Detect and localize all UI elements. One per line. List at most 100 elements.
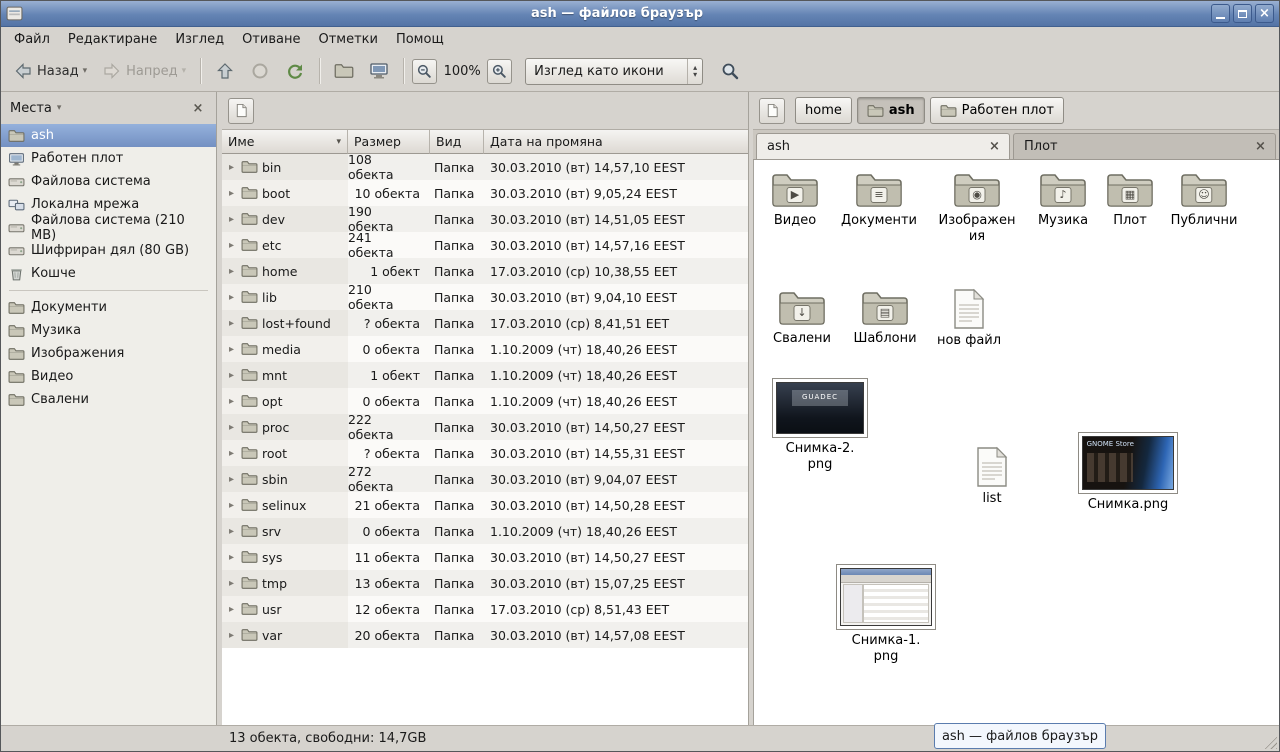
tree-row-proc[interactable]: proc222 обектаПапка30.03.2010 (вт) 14,50… (222, 414, 748, 440)
canvas-item-6[interactable]: ↓Свалени (762, 288, 842, 347)
close-button[interactable] (1255, 4, 1274, 23)
expander-icon[interactable] (226, 396, 237, 407)
tab-1[interactable]: Плот (1013, 133, 1276, 159)
expander-icon[interactable] (226, 344, 237, 355)
tree-row-mnt[interactable]: mnt1 обектПапка1.10.2009 (чт) 18,40,26 E… (222, 362, 748, 388)
sidebar-item-1[interactable]: Работен плот (1, 147, 216, 170)
reload-button[interactable] (279, 55, 311, 87)
expander-icon[interactable] (226, 292, 237, 303)
tree-row-sbin[interactable]: sbin272 обектаПапка30.03.2010 (вт) 9,04,… (222, 466, 748, 492)
menu-file[interactable]: Файл (5, 30, 59, 49)
sidebar-item-12[interactable]: Свалени (1, 388, 216, 411)
tree-row-boot[interactable]: boot10 обектаПапка30.03.2010 (вт) 9,05,2… (222, 180, 748, 206)
sidebar-item-6[interactable]: Кошче (1, 262, 216, 285)
minimize-button[interactable] (1211, 4, 1230, 23)
tree-row-etc[interactable]: etc241 обектаПапка30.03.2010 (вт) 14,57,… (222, 232, 748, 258)
sidebar-item-0[interactable]: ash (1, 124, 216, 147)
tree-row-root[interactable]: root? обектаПапка30.03.2010 (вт) 14,55,3… (222, 440, 748, 466)
canvas-item-1[interactable]: ≡Документи (839, 170, 919, 229)
expander-icon[interactable] (226, 448, 237, 459)
expander-icon[interactable] (226, 162, 237, 173)
search-button[interactable] (714, 56, 746, 86)
menu-help[interactable]: Помощ (387, 30, 453, 49)
tree-row-sys[interactable]: sys11 обектаПапка30.03.2010 (вт) 14,50,2… (222, 544, 748, 570)
expander-icon[interactable] (226, 500, 237, 511)
tab-close-icon[interactable] (1252, 138, 1269, 155)
sidebar-item-4[interactable]: Файлова система (210 MB) (1, 216, 216, 239)
expander-icon[interactable] (226, 266, 237, 277)
column-header-name[interactable]: Име (222, 130, 348, 154)
canvas-item-0[interactable]: ▶Видео (755, 170, 835, 229)
canvas-item-4[interactable]: ▦Плот (1090, 170, 1170, 229)
zoom-in-button[interactable] (487, 59, 512, 84)
zoom-level[interactable]: 100% (440, 64, 484, 79)
resize-grip[interactable] (1263, 735, 1277, 749)
sidebar-item-5[interactable]: Шифриран дял (80 GB) (1, 239, 216, 262)
forward-history-icon[interactable] (182, 66, 187, 76)
column-header-type[interactable]: Вид (430, 130, 484, 154)
expander-icon[interactable] (226, 422, 237, 433)
up-button[interactable] (209, 55, 241, 87)
menu-edit[interactable]: Редактиране (59, 30, 166, 49)
window-list-button[interactable]: ash — файлов браузър (934, 723, 1106, 749)
sidebar-item-8[interactable]: Документи (1, 296, 216, 319)
sidebar-item-9[interactable]: Музика (1, 319, 216, 342)
tree-row-dev[interactable]: dev190 обектаПапка30.03.2010 (вт) 14,51,… (222, 206, 748, 232)
tree-row-home[interactable]: home1 обектПапка17.03.2010 (ср) 10,38,55… (222, 258, 748, 284)
expander-icon[interactable] (226, 214, 237, 225)
stop-button[interactable] (244, 55, 276, 87)
tree-row-lost+found[interactable]: lost+found? обектаПапка17.03.2010 (ср) 8… (222, 310, 748, 336)
location-entry-toggle-button[interactable] (228, 98, 254, 124)
canvas-item-11[interactable]: GNOME StoreСнимка.png (1078, 432, 1178, 513)
expander-icon[interactable] (226, 552, 237, 563)
tree-row-lib[interactable]: lib210 обектаПапка30.03.2010 (вт) 9,04,1… (222, 284, 748, 310)
titlebar[interactable]: ash — файлов браузър (1, 1, 1279, 27)
sidebar-item-10[interactable]: Изображения (1, 342, 216, 365)
menu-view[interactable]: Изглед (166, 30, 233, 49)
sidebar-title[interactable]: Места (10, 101, 52, 116)
expander-icon[interactable] (226, 604, 237, 615)
combo-spinner-icon[interactable]: ▴▾ (687, 59, 702, 84)
sidebar-item-2[interactable]: Файлова система (1, 170, 216, 193)
computer-button[interactable] (363, 55, 395, 87)
sidebar-mode-dropdown-icon[interactable] (57, 103, 62, 113)
column-header-date[interactable]: Дата на промяна (484, 130, 748, 154)
column-header-size[interactable]: Размер (348, 130, 430, 154)
path-button-2[interactable]: Работен плот (930, 97, 1064, 124)
canvas-item-5[interactable]: ☺Публични (1164, 170, 1244, 229)
zoom-out-button[interactable] (412, 59, 437, 84)
view-mode-select[interactable]: Изглед като икони ▴▾ (525, 58, 703, 85)
expander-icon[interactable] (226, 370, 237, 381)
icon-view-canvas[interactable]: ▶Видео≡Документи◉Изображен ия♪Музика▦Пло… (753, 160, 1279, 725)
tree-row-var[interactable]: var20 обектаПапка30.03.2010 (вт) 14,57,0… (222, 622, 748, 648)
tree-row-selinux[interactable]: selinux21 обектаПапка30.03.2010 (вт) 14,… (222, 492, 748, 518)
menu-go[interactable]: Отиване (233, 30, 309, 49)
canvas-item-7[interactable]: ▤Шаблони (845, 288, 925, 347)
sidebar-item-11[interactable]: Видео (1, 365, 216, 388)
path-button-0[interactable]: home (795, 97, 852, 124)
tree-row-bin[interactable]: bin108 обектаПапка30.03.2010 (вт) 14,57,… (222, 154, 748, 180)
canvas-item-2[interactable]: ◉Изображен ия (937, 170, 1017, 245)
path-button-1[interactable]: ash (857, 97, 925, 124)
expander-icon[interactable] (226, 526, 237, 537)
back-history-icon[interactable] (83, 66, 88, 76)
tab-0[interactable]: ash (756, 133, 1010, 159)
menu-bookmarks[interactable]: Отметки (309, 30, 386, 49)
tree-row-usr[interactable]: usr12 обектаПапка17.03.2010 (ср) 8,51,43… (222, 596, 748, 622)
expander-icon[interactable] (226, 188, 237, 199)
home-button[interactable] (328, 55, 360, 87)
forward-button[interactable]: Напред (96, 55, 192, 87)
tree-row-media[interactable]: media0 обектаПапка1.10.2009 (чт) 18,40,2… (222, 336, 748, 362)
expander-icon[interactable] (226, 578, 237, 589)
canvas-item-8[interactable]: нов файл (929, 288, 1009, 349)
maximize-button[interactable] (1233, 4, 1252, 23)
back-button[interactable]: Назад (7, 55, 93, 87)
sidebar-close-icon[interactable] (189, 99, 207, 117)
expander-icon[interactable] (226, 240, 237, 251)
canvas-item-12[interactable]: Снимка-1. png (836, 564, 936, 665)
expander-icon[interactable] (226, 630, 237, 641)
location-entry-toggle-button[interactable] (759, 98, 785, 124)
expander-icon[interactable] (226, 474, 237, 485)
tree-row-srv[interactable]: srv0 обектаПапка1.10.2009 (чт) 18,40,26 … (222, 518, 748, 544)
tree-row-tmp[interactable]: tmp13 обектаПапка30.03.2010 (вт) 15,07,2… (222, 570, 748, 596)
